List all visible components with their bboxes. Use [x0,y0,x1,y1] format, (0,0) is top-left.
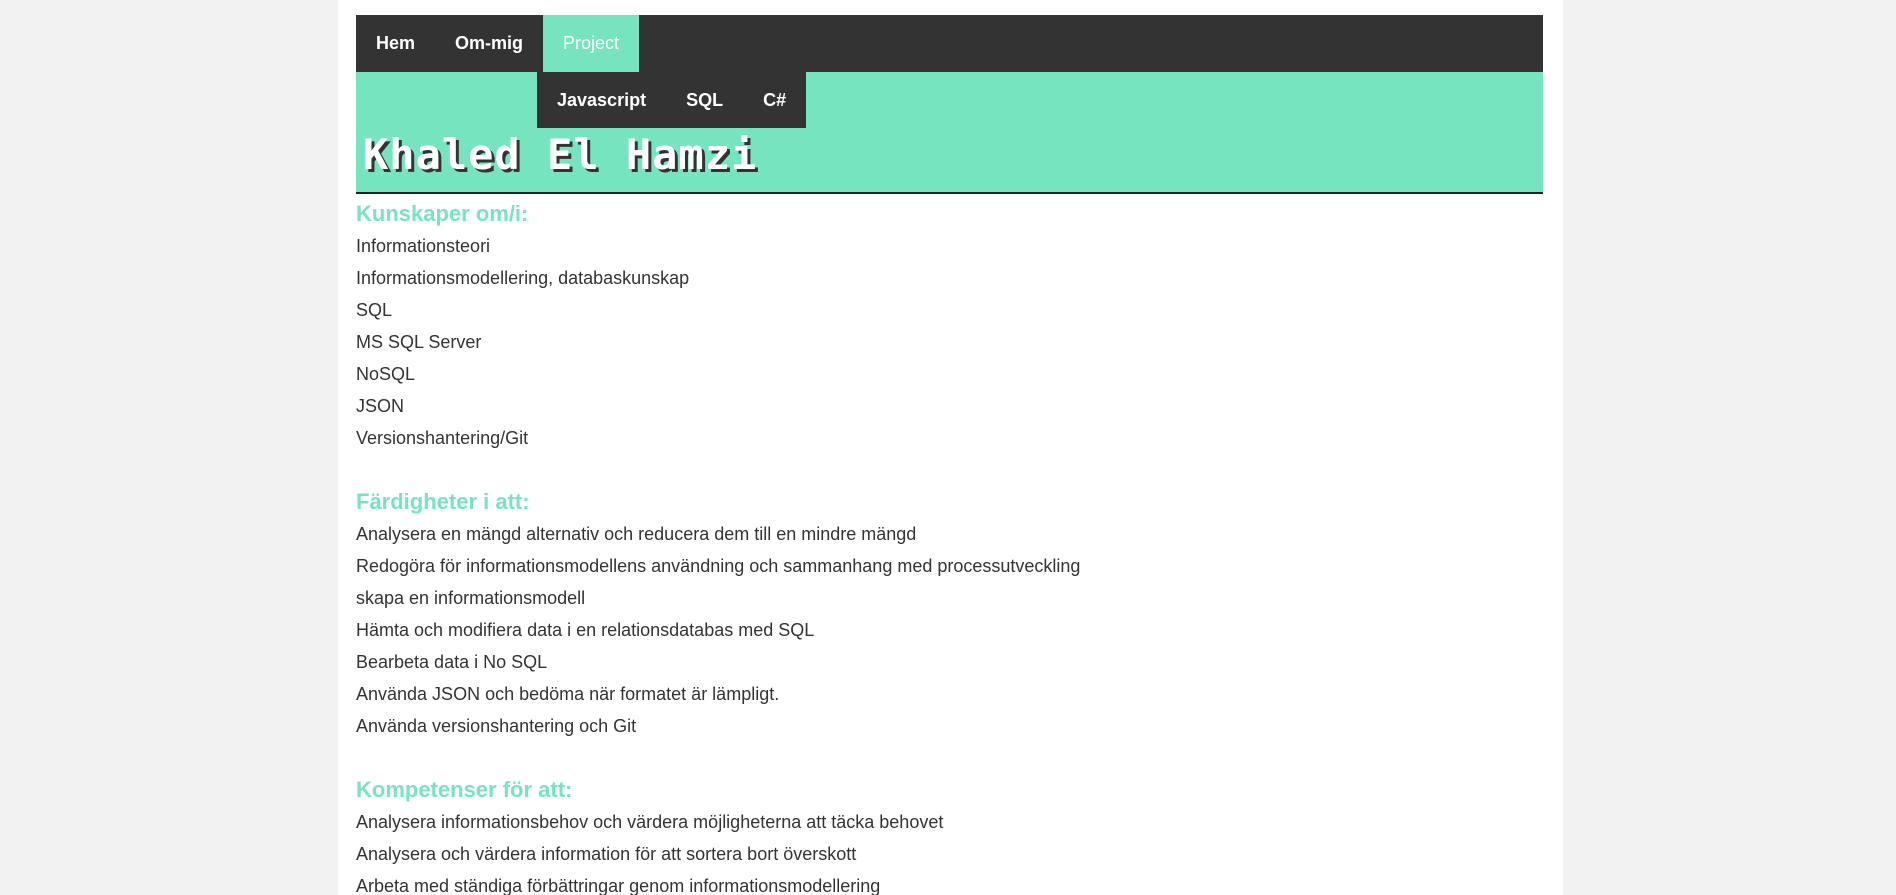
submenu-item-label: SQL [686,89,724,110]
section-kompetenser: Kompetenser för att: Analysera informati… [356,774,1543,895]
list-item: Informationsmodellering, databaskunskap [356,268,690,288]
list-item: Versionshantering/Git [356,428,529,448]
nav-item-hem[interactable]: Hem [356,15,435,72]
submenu-item-javascript[interactable]: Javascript [537,72,666,128]
top-navbar: Hem Om-mig Project [356,15,1543,72]
nav-item-label: Project [563,33,620,53]
page: Hem Om-mig Project Javascript SQL C# Kha… [338,0,1563,895]
nav-item-label: Om-mig [455,33,524,53]
list-item: Redogöra för informationsmodellens använ… [356,556,1081,576]
site-header: Javascript SQL C# Khaled El Hamzi [356,72,1543,194]
knowledge-list: Informationsteori Informationsmodellerin… [356,230,1543,454]
nav-item-label: Hem [376,33,416,53]
list-item: SQL [356,300,393,320]
project-submenu: Javascript SQL C# [537,72,807,128]
submenu-item-label: C# [763,89,787,110]
main-content: Kunskaper om/i: Informationsteori Inform… [356,194,1543,895]
list-item: Analysera en mängd alternativ och reduce… [356,524,917,544]
nav-item-om-mig[interactable]: Om-mig [435,15,543,72]
list-item: Analysera informationsbehov och värdera … [356,812,944,832]
section-heading: Färdigheter i att: [356,489,530,514]
submenu-item-sql[interactable]: SQL [666,72,743,128]
section-fardigheter: Färdigheter i att: Analysera en mängd al… [356,486,1543,742]
list-item: Använda JSON och bedöma när formatet är … [356,684,780,704]
skills-list: Analysera en mängd alternativ och reduce… [356,518,1543,742]
list-item: skapa en informationsmodell [356,588,586,608]
section-kunskaper: Kunskaper om/i: Informationsteori Inform… [356,198,1543,454]
list-item: Analysera och värdera information för at… [356,844,857,864]
list-item: Bearbeta data i No SQL [356,652,548,672]
list-item: JSON [356,396,405,416]
list-item: Informationsteori [356,236,491,256]
section-heading: Kunskaper om/i: [356,201,529,226]
section-heading: Kompetenser för att: [356,777,573,802]
list-item: NoSQL [356,364,416,384]
list-item: Arbeta med ständiga förbättringar genom … [356,876,881,895]
list-item: MS SQL Server [356,332,482,352]
list-item: Hämta och modifiera data i en relationsd… [356,620,815,640]
submenu-item-label: Javascript [557,89,647,110]
nav-item-project[interactable]: Project [543,15,640,72]
site-title: Khaled El Hamzi [363,130,758,179]
submenu-item-csharp[interactable]: C# [743,72,806,128]
list-item: Använda versionshantering och Git [356,716,637,736]
competence-list: Analysera informationsbehov och värdera … [356,806,1543,895]
main-container: Hem Om-mig Project Javascript SQL C# Kha… [356,15,1543,895]
